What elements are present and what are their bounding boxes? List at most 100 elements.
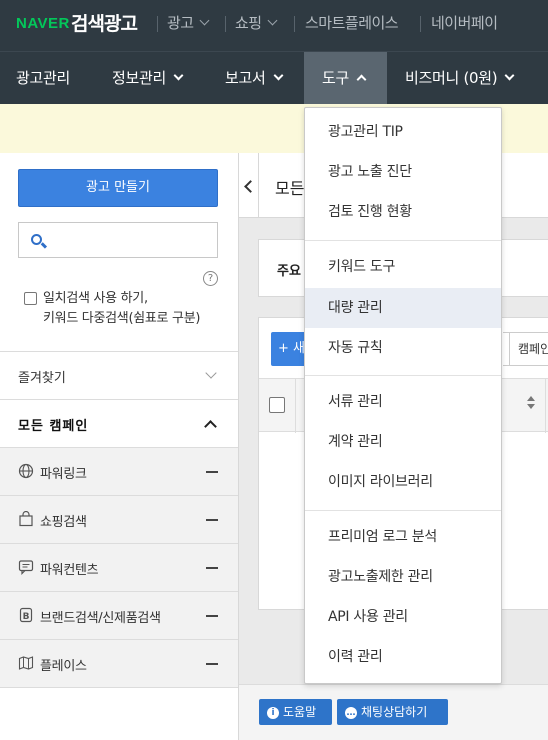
campaign-type-label: 플레이스	[40, 659, 87, 674]
menu-divider	[305, 510, 501, 511]
chevron-left-icon[interactable]	[244, 180, 257, 193]
menu-divider	[305, 240, 501, 241]
exact-search-label-line2: 키워드 다중검색(쉼표로 구분)	[43, 311, 201, 326]
collapse-icon[interactable]	[206, 471, 218, 473]
menu-item-bulk-management[interactable]: 대량 관리	[305, 288, 501, 328]
divider	[294, 16, 295, 32]
all-campaigns-label: 모든 캠페인	[18, 419, 89, 434]
top-nav-label: 광고	[167, 14, 194, 32]
chevron-down-icon	[205, 367, 217, 379]
main-nav-label: 정보관리	[112, 69, 167, 87]
campaign-type-powercontents[interactable]: 파워컨텐츠	[0, 543, 238, 591]
chevron-up-icon	[356, 74, 367, 85]
main-nav-tools[interactable]: 도구	[304, 52, 387, 105]
svg-text:B: B	[23, 612, 30, 622]
collapse-icon[interactable]	[206, 615, 218, 617]
footer-bar: i 도움말 … 채팅상담하기	[239, 684, 548, 740]
brand-icon: B	[19, 607, 33, 623]
menu-item-ad-exposure-diagnosis[interactable]: 광고 노출 진단	[305, 152, 501, 192]
menu-item-history[interactable]: 이력 관리	[305, 637, 501, 677]
campaign-type-brand-search[interactable]: B 브랜드검색/신제품검색	[0, 591, 238, 639]
divider	[420, 16, 421, 32]
menu-item-auto-rules[interactable]: 자동 규칙	[305, 328, 501, 368]
menu-item-contracts[interactable]: 계약 관리	[305, 422, 501, 462]
menu-item-ad-tip[interactable]: 광고관리 TIP	[305, 112, 501, 152]
globe-icon	[18, 463, 34, 479]
help-icon[interactable]: ?	[203, 271, 218, 286]
divider	[258, 153, 259, 218]
menu-item-api-management[interactable]: API 사용 관리	[305, 597, 501, 637]
exact-search-checkbox[interactable]	[24, 292, 37, 305]
select-all-checkbox[interactable]	[269, 397, 285, 413]
chat-button-label: 채팅상담하기	[361, 705, 428, 719]
info-icon: i	[267, 707, 279, 719]
main-nav-info-management[interactable]: 정보관리	[112, 52, 184, 105]
divider	[545, 379, 546, 433]
collapse-icon[interactable]	[206, 663, 218, 665]
main-nav-reports[interactable]: 보고서	[225, 52, 283, 105]
help-button-label: 도움말	[283, 705, 317, 719]
help-button[interactable]: i 도움말	[259, 699, 332, 725]
map-icon	[18, 656, 34, 670]
main-nav-ad-management[interactable]: 광고관리	[16, 52, 70, 105]
campaign-search-input[interactable]	[18, 222, 218, 258]
page-title: 모든	[275, 179, 305, 198]
chat-icon	[18, 560, 34, 575]
top-nav-shopping[interactable]: 쇼핑	[235, 12, 278, 33]
menu-item-premium-log[interactable]: 프리미엄 로그 분석	[305, 517, 501, 557]
campaign-type-label: 브랜드검색/신제품검색	[40, 611, 161, 626]
chevron-down-icon	[173, 70, 184, 81]
sidebar: 광고 만들기 ? 일치검색 사용 하기, 키워드 다중검색(쉼표로 구분) 즐겨…	[0, 153, 239, 740]
chevron-down-icon	[504, 70, 515, 81]
collapse-icon[interactable]	[206, 567, 218, 569]
exact-search-label: 일치검색 사용 하기, 키워드 다중검색(쉼표로 구분)	[43, 289, 200, 329]
top-nav-smartplace[interactable]: 스마트플레이스	[305, 12, 399, 33]
menu-item-keyword-tool[interactable]: 키워드 도구	[305, 247, 501, 287]
chat-consult-button[interactable]: … 채팅상담하기	[337, 699, 448, 725]
campaign-type-place[interactable]: 플레이스	[0, 639, 238, 688]
summary-label: 주요	[277, 264, 301, 279]
campaign-type-label: 쇼핑검색	[40, 515, 87, 530]
menu-divider	[305, 375, 501, 376]
chevron-down-icon	[199, 15, 210, 26]
menu-item-review-status[interactable]: 검토 진행 현황	[305, 192, 501, 232]
shopping-bag-icon	[19, 511, 33, 527]
naver-logo[interactable]: NAVER	[16, 15, 70, 32]
divider	[225, 16, 226, 32]
campaign-type-label: 파워링크	[40, 467, 87, 482]
divider	[157, 16, 158, 32]
main-nav-bizmoney[interactable]: 비즈머니 (0원)	[405, 52, 515, 105]
main-nav-label: 비즈머니 (0원)	[405, 69, 498, 87]
main-nav-label: 보고서	[225, 69, 266, 87]
top-nav-label: 스마트플레이스	[305, 14, 399, 32]
exact-search-label-line1: 일치검색 사용 하기,	[43, 291, 148, 306]
chat-bubble-icon: …	[345, 707, 357, 719]
campaign-type-label: 파워컨텐츠	[40, 563, 99, 578]
top-nav-ad[interactable]: 광고	[167, 12, 210, 33]
campaign-type-shopping[interactable]: 쇼핑검색	[0, 495, 238, 543]
collapse-icon[interactable]	[206, 519, 218, 521]
sort-icon[interactable]	[527, 396, 535, 412]
campaign-type-powerlink[interactable]: 파워링크	[0, 447, 238, 495]
campaign-filter-button[interactable]: 캠페인	[509, 332, 548, 366]
tools-dropdown-menu: 광고관리 TIP 광고 노출 진단 검토 진행 현황 키워드 도구 대량 관리 …	[304, 107, 502, 684]
chevron-up-icon	[204, 420, 217, 433]
divider	[295, 379, 296, 433]
create-ad-button[interactable]: 광고 만들기	[18, 169, 218, 207]
chevron-down-icon	[267, 15, 278, 26]
top-bar: NAVER 검색광고 광고 쇼핑 스마트플레이스 네이버페이	[0, 0, 548, 51]
all-campaigns-row[interactable]: 모든 캠페인	[0, 399, 238, 447]
favorites-row[interactable]: 즐겨찾기	[0, 351, 238, 399]
search-icon	[31, 234, 42, 245]
search-ad-title[interactable]: 검색광고	[71, 9, 138, 36]
chevron-down-icon	[273, 70, 283, 81]
favorites-label: 즐겨찾기	[18, 371, 66, 386]
top-nav-label: 쇼핑	[235, 14, 262, 32]
menu-item-documents[interactable]: 서류 관리	[305, 382, 501, 422]
menu-item-image-library[interactable]: 이미지 라이브러리	[305, 462, 501, 502]
main-nav: 광고관리 정보관리 보고서 도구 비즈머니 (0원)	[0, 51, 548, 105]
menu-item-exposure-restriction[interactable]: 광고노출제한 관리	[305, 557, 501, 597]
top-nav-naverpay[interactable]: 네이버페이	[431, 12, 498, 33]
main-nav-label: 도구	[322, 69, 350, 87]
main-nav-label: 광고관리	[16, 69, 71, 87]
